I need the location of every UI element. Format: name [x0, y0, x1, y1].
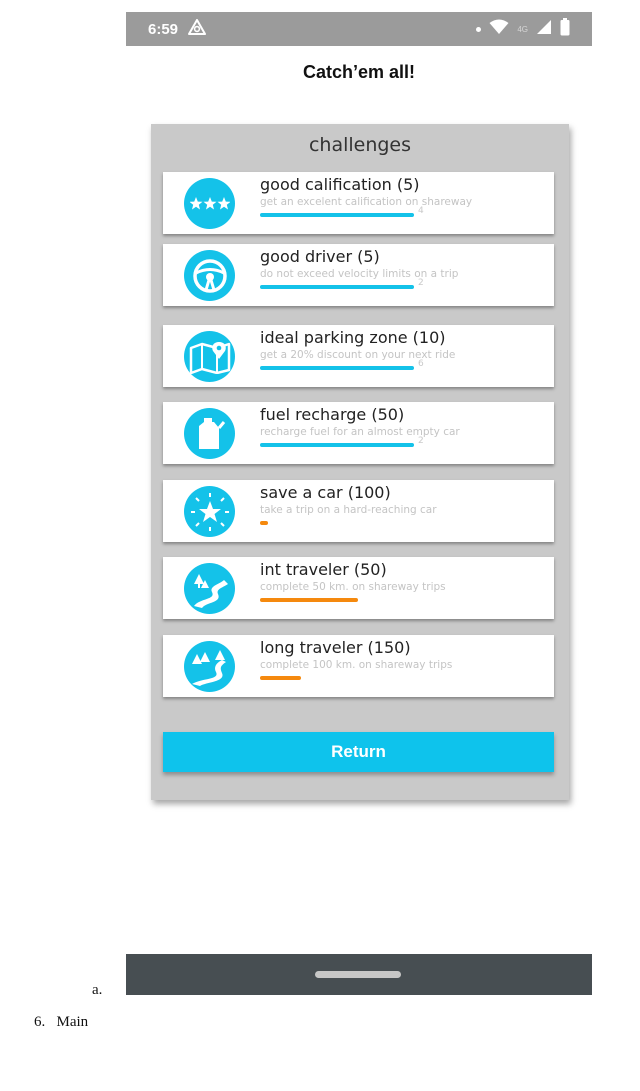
challenge-description: recharge fuel for an almost empty car: [260, 426, 460, 438]
status-time: 6:59: [148, 20, 179, 38]
status-bar: 6:59 4G: [126, 12, 592, 46]
home-gesture-handle[interactable]: [315, 971, 401, 978]
challenge-progress-bar: [260, 443, 414, 447]
challenge-name: fuel recharge (50): [260, 405, 405, 424]
document-list-marker: a.: [92, 982, 103, 998]
document-section-heading: 6. Main: [34, 1014, 89, 1030]
challenge-name: save a car (100): [260, 483, 391, 502]
panel-title: challenges: [308, 134, 412, 156]
challenge-card[interactable]: long traveler (150) complete 100 km. on …: [163, 635, 554, 697]
challenge-card[interactable]: fuel recharge (50) recharge fuel for an …: [163, 402, 554, 464]
challenge-name: int traveler (50): [260, 560, 387, 579]
dot-icon: [476, 26, 482, 32]
challenge-progress-bar: [260, 676, 301, 680]
challenge-description: do not exceed velocity limits on a trip: [260, 268, 459, 280]
challenge-card[interactable]: save a car (100) take a trip on a hard-r…: [163, 480, 554, 542]
winding-road-icon: [184, 563, 235, 614]
challenge-name: long traveler (150): [260, 638, 411, 657]
challenge-card[interactable]: good calification (5) get an excelent ca…: [163, 172, 554, 234]
challenge-progress-bar: [260, 366, 414, 370]
network-type: 4G: [517, 24, 528, 34]
challenge-count: 2: [418, 436, 424, 446]
challenge-description: complete 100 km. on shareway trips: [260, 659, 453, 671]
challenge-description: get a 20% discount on your next ride: [260, 349, 456, 361]
map-pin-icon: [184, 331, 235, 382]
challenge-name: ideal parking zone (10): [260, 328, 446, 347]
challenge-name: good calification (5): [260, 175, 420, 194]
challenge-count: 6: [418, 359, 424, 369]
challenge-name: good driver (5): [260, 247, 380, 266]
challenge-count: 2: [418, 278, 424, 288]
challenge-card[interactable]: int traveler (50) complete 50 km. on sha…: [163, 557, 554, 619]
navigation-bar: [126, 954, 592, 995]
challenge-progress-bar: [260, 285, 414, 289]
challenge-description: complete 50 km. on shareway trips: [260, 581, 446, 593]
challenge-description: take a trip on a hard-reaching car: [260, 504, 437, 516]
battery-icon: [560, 18, 570, 40]
return-button[interactable]: Return: [163, 732, 554, 772]
challenge-progress-bar: [260, 598, 358, 602]
three-stars-icon: [184, 178, 235, 229]
steering-wheel-icon: [184, 250, 235, 301]
fuel-can-icon: [184, 408, 235, 459]
app-title: Catch’em all!: [302, 62, 416, 82]
challenge-progress-bar: [260, 521, 268, 525]
challenge-card[interactable]: ideal parking zone (10) get a 20% discou…: [163, 325, 554, 387]
star-burst-icon: [184, 486, 235, 537]
signal-icon: [536, 19, 552, 39]
challenge-description: get an excelent calification on shareway: [260, 196, 473, 208]
notification-a-icon: [188, 19, 207, 39]
challenge-count: 4: [418, 206, 424, 216]
challenge-progress-bar: [260, 213, 414, 217]
long-road-icon: [184, 641, 235, 692]
challenge-card[interactable]: good driver (5) do not exceed velocity l…: [163, 244, 554, 306]
wifi-icon: [489, 19, 509, 39]
